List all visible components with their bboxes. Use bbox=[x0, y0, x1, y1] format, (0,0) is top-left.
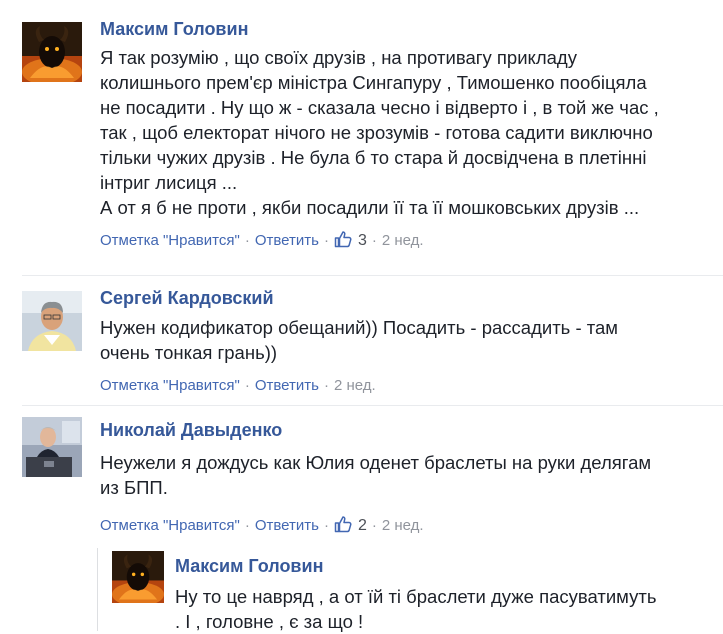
separator: · bbox=[323, 377, 329, 394]
reply-author[interactable]: Максим Головин bbox=[175, 555, 715, 577]
reply-link[interactable]: Ответить bbox=[255, 232, 319, 249]
thumbs-up-icon[interactable] bbox=[334, 230, 352, 254]
separator: · bbox=[371, 517, 377, 534]
comment-time[interactable]: 2 нед. bbox=[334, 377, 376, 394]
comment: Сергей Кардовский Нужен кодификатор обещ… bbox=[0, 275, 723, 405]
separator: · bbox=[323, 232, 329, 249]
reply-link[interactable]: Ответить bbox=[255, 377, 319, 394]
comment: Николай Давыденко Неужели я дождусь как … bbox=[0, 405, 723, 545]
like-link[interactable]: Отметка "Нравится" bbox=[100, 517, 240, 534]
avatar[interactable] bbox=[112, 551, 164, 603]
comment-time[interactable]: 2 нед. bbox=[382, 517, 424, 534]
comment-author[interactable]: Максим Головин bbox=[100, 18, 710, 40]
comment-actions: Отметка "Нравится" · Ответить · 2 нед. bbox=[100, 376, 710, 396]
demon-avatar-icon bbox=[22, 22, 82, 82]
comment: Максим Головин Я так розумію , що своїх … bbox=[0, 0, 723, 275]
man-portrait-avatar-icon bbox=[22, 291, 82, 351]
comment-author[interactable]: Николай Давыденко bbox=[100, 419, 710, 441]
separator: · bbox=[244, 517, 250, 534]
comment-text: Неужели я дождусь как Юлия оденет брасле… bbox=[100, 452, 652, 498]
demon-avatar-icon bbox=[112, 551, 164, 603]
separator: · bbox=[323, 517, 329, 534]
like-count[interactable]: 2 bbox=[358, 517, 367, 534]
like-link[interactable]: Отметка "Нравится" bbox=[100, 232, 240, 249]
reply-comment: Максим Головин Ну то це навряд , а от їй… bbox=[0, 545, 723, 632]
comment-text: Нужен кодификатор обещаний)) Посадить - … bbox=[100, 317, 619, 363]
reply-link[interactable]: Ответить bbox=[255, 517, 319, 534]
comment-actions: Отметка "Нравится" · Ответить · 2 · 2 нед. bbox=[100, 515, 710, 539]
comment-text: Я так розумію , що своїх друзів , на про… bbox=[100, 47, 659, 218]
like-link[interactable]: Отметка "Нравится" bbox=[100, 377, 240, 394]
separator: · bbox=[244, 232, 250, 249]
like-count[interactable]: 3 bbox=[358, 232, 367, 249]
separator: · bbox=[371, 232, 377, 249]
comment-time[interactable]: 2 нед. bbox=[382, 232, 424, 249]
speaker-podium-avatar-icon bbox=[22, 417, 82, 477]
separator: · bbox=[244, 377, 250, 394]
comment-actions: Отметка "Нравится" · Ответить · 3 · 2 нед. bbox=[100, 230, 710, 254]
avatar[interactable] bbox=[22, 291, 82, 351]
avatar[interactable] bbox=[22, 417, 82, 477]
avatar[interactable] bbox=[22, 22, 82, 82]
comment-author[interactable]: Сергей Кардовский bbox=[100, 287, 710, 309]
thumbs-up-icon[interactable] bbox=[334, 515, 352, 539]
reply-text: Ну то це навряд , а от їй ті браслети ду… bbox=[175, 586, 657, 632]
